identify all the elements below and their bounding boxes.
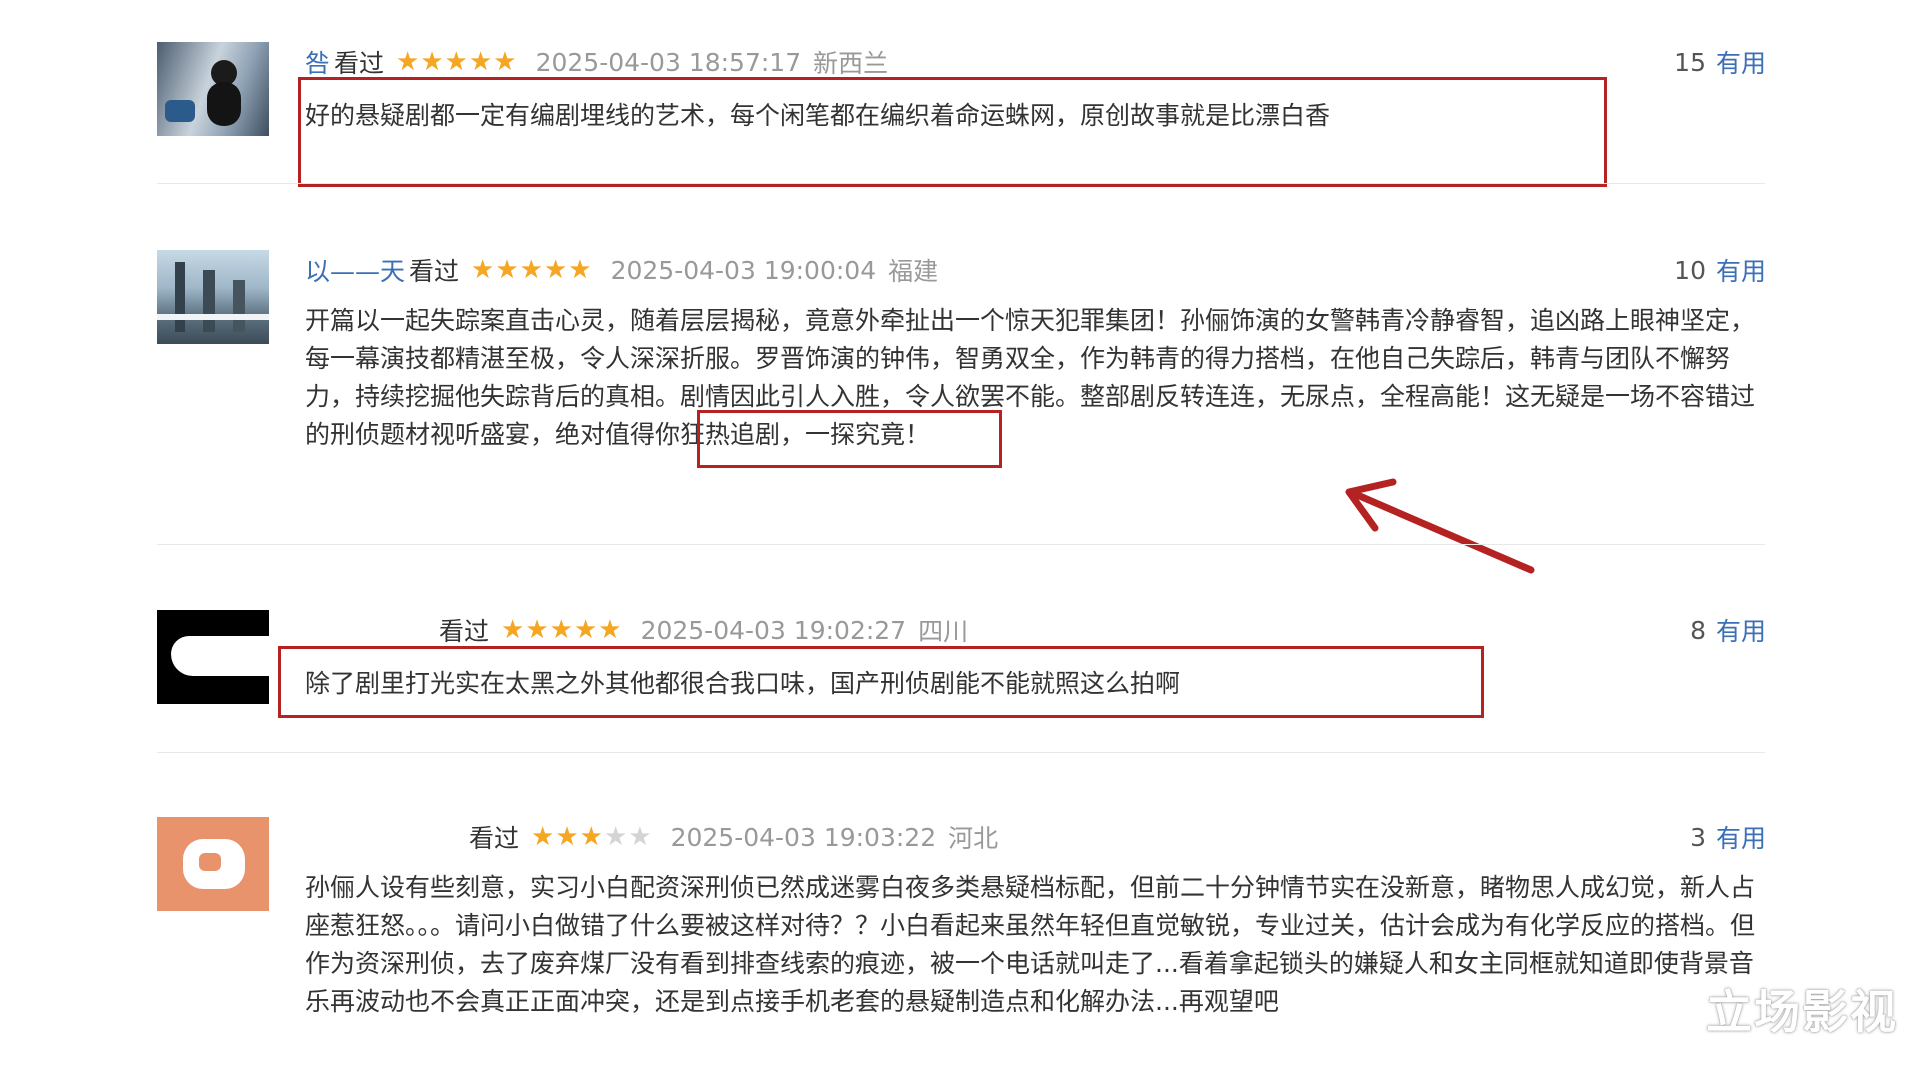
review-location: 新西兰 — [813, 49, 889, 78]
review-meta: 看过 ★★★★★ 2025-04-03 19:03:22 河北 — [305, 819, 998, 855]
username-link[interactable]: 咎 — [305, 44, 330, 80]
useful-vote[interactable]: 8 有用 — [1690, 612, 1766, 648]
rating-stars: ★★★★★ — [396, 47, 518, 77]
useful-vote[interactable]: 3 有用 — [1690, 819, 1766, 855]
avatar[interactable] — [157, 610, 269, 704]
useful-button[interactable]: 有用 — [1716, 252, 1766, 288]
useful-count: 10 — [1674, 255, 1706, 285]
watched-label: 看过 — [334, 49, 385, 78]
review-location: 四川 — [918, 617, 969, 646]
useful-count: 3 — [1690, 822, 1706, 852]
rating-stars-filled: ★★★★★ — [471, 255, 593, 285]
rating-stars-filled: ★★★★★ — [501, 615, 623, 645]
review-text: 开篇以一起失踪案直击心灵，随着层层揭秘，竟意外牵扯出一个惊天犯罪集团！孙俪饰演的… — [305, 306, 1756, 449]
divider — [157, 183, 1765, 184]
useful-count: 8 — [1690, 615, 1706, 645]
review-location: 福建 — [888, 257, 939, 286]
rating-stars-empty: ★★ — [603, 822, 653, 852]
useful-button[interactable]: 有用 — [1716, 44, 1766, 80]
review-meta: 咎 看过 ★★★★★ 2025-04-03 18:57:17 新西兰 — [305, 44, 888, 80]
review-meta: 以——天 看过 ★★★★★ 2025-04-03 19:00:04 福建 — [305, 252, 938, 288]
review-location: 河北 — [948, 824, 999, 853]
review-date: 2025-04-03 19:00:04 — [610, 255, 877, 285]
arrow-icon — [1345, 478, 1535, 574]
useful-count: 15 — [1674, 47, 1706, 77]
useful-button[interactable]: 有用 — [1716, 819, 1766, 855]
divider — [157, 544, 1765, 545]
watched-label: 看过 — [439, 617, 490, 646]
username-link[interactable]: 以——天 — [305, 252, 405, 288]
highlight-box — [278, 646, 1484, 718]
review-text: 孙俪人设有些刻意，实习小白配资深刑侦已然成迷雾白夜多类悬疑档标配，但前二十分钟情… — [305, 873, 1756, 1016]
avatar[interactable] — [157, 817, 269, 911]
rating-stars: ★★★★★ — [471, 255, 593, 285]
review-date: 2025-04-03 19:02:27 — [640, 615, 907, 645]
watermark: 立场影视 — [1706, 985, 1898, 1039]
rating-stars: ★★★★★ — [501, 615, 623, 645]
highlight-box — [697, 410, 1002, 468]
watched-label: 看过 — [409, 257, 460, 286]
rating-stars: ★★★★★ — [531, 822, 653, 852]
highlight-box — [298, 77, 1607, 187]
review-date: 2025-04-03 18:57:17 — [535, 47, 802, 77]
review-meta: 看过 ★★★★★ 2025-04-03 19:02:27 四川 — [305, 612, 968, 648]
useful-button[interactable]: 有用 — [1716, 612, 1766, 648]
divider — [157, 752, 1765, 753]
useful-vote[interactable]: 10 有用 — [1674, 252, 1766, 288]
watched-label: 看过 — [469, 824, 520, 853]
avatar[interactable] — [157, 250, 269, 344]
useful-vote[interactable]: 15 有用 — [1674, 44, 1766, 80]
rating-stars-filled: ★★★ — [531, 822, 604, 852]
review-date: 2025-04-03 19:03:22 — [670, 822, 937, 852]
avatar[interactable] — [157, 42, 269, 136]
rating-stars-filled: ★★★★★ — [396, 47, 518, 77]
